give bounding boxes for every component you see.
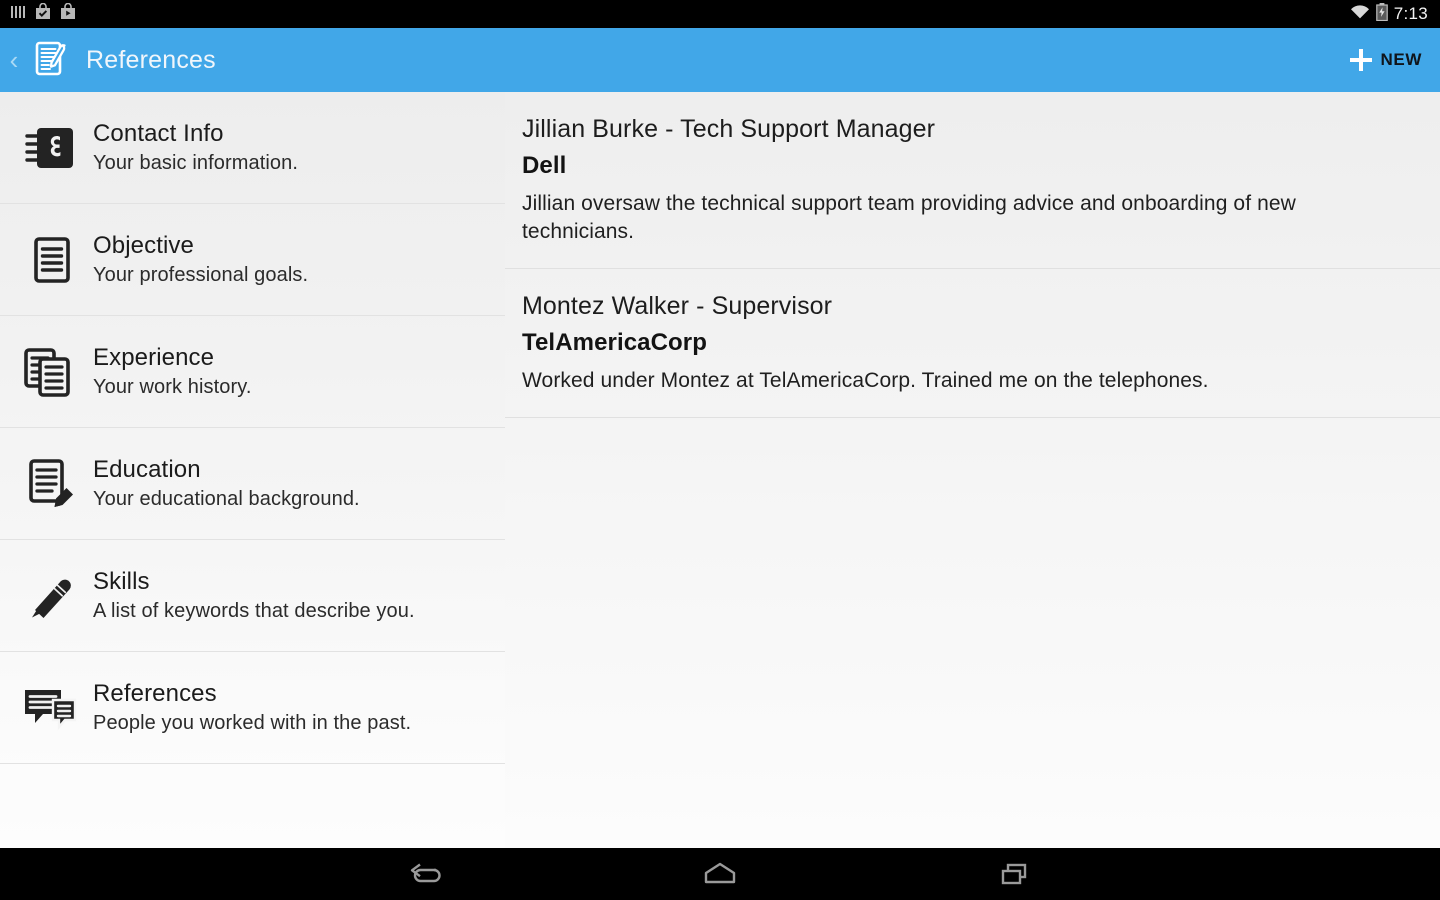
sidebar-item-subtitle: A list of keywords that describe you. — [93, 600, 415, 623]
reference-entry[interactable]: Jillian Burke - Tech Support Manager Del… — [505, 92, 1440, 269]
back-nav-icon[interactable] — [350, 848, 500, 900]
android-status-bar: 7:13 — [0, 0, 1440, 28]
home-nav-icon[interactable] — [645, 848, 795, 900]
sidebar-item-references[interactable]: References People you worked with in the… — [0, 652, 505, 764]
references-list: Jillian Burke - Tech Support Manager Del… — [505, 92, 1440, 848]
battery-charging-icon — [1375, 2, 1388, 26]
back-chevron-icon[interactable]: ‹ — [2, 47, 26, 73]
signal-bars-icon — [10, 4, 26, 25]
status-clock: 7:13 — [1393, 4, 1428, 23]
sidebar-item-education[interactable]: Education Your educational background. — [0, 428, 505, 540]
sidebar-item-contact-info[interactable]: Contact Info Your basic information. — [0, 92, 505, 204]
reference-company: Dell — [522, 152, 567, 180]
page-title: References — [86, 45, 216, 74]
sidebar-item-title: Skills — [93, 567, 150, 595]
sidebar-item-objective[interactable]: Objective Your professional goals. — [0, 204, 505, 316]
sidebar-item-subtitle: People you worked with in the past. — [93, 712, 412, 735]
sidebar-item-title: Objective — [93, 231, 194, 259]
notepad-pen-icon[interactable] — [28, 38, 72, 82]
plus-icon — [1349, 49, 1372, 71]
reference-company: TelAmericaCorp — [522, 329, 708, 357]
sidebar-item-subtitle: Your basic information. — [93, 152, 299, 175]
content-area: Contact Info Your basic information. Obj… — [0, 92, 1440, 848]
section-sidebar: Contact Info Your basic information. Obj… — [0, 92, 505, 848]
sidebar-item-title: Education — [93, 455, 201, 483]
sidebar-item-experience[interactable]: Experience Your work history. — [0, 316, 505, 428]
android-navigation-bar — [0, 848, 1440, 900]
reference-description: Worked under Montez at TelAmericaCorp. T… — [522, 368, 1209, 392]
reference-name: Montez Walker - Supervisor — [522, 291, 833, 320]
sidebar-item-title: Experience — [93, 343, 215, 371]
wifi-icon — [1350, 4, 1370, 25]
recents-nav-icon[interactable] — [940, 848, 1090, 900]
add-new-button[interactable]: NEW — [1349, 49, 1440, 71]
document-pencil-icon — [20, 457, 84, 511]
status-system-icons: 7:13 — [1350, 2, 1440, 26]
speech-bubbles-icon — [20, 682, 84, 734]
pencil-icon — [20, 570, 84, 622]
sidebar-item-subtitle: Your educational background. — [93, 488, 360, 511]
sidebar-item-subtitle: Your work history. — [93, 376, 252, 399]
address-book-icon — [20, 122, 84, 174]
stacked-documents-icon — [20, 346, 84, 398]
sidebar-item-title: Contact Info — [93, 119, 224, 147]
reference-entry[interactable]: Montez Walker - Supervisor TelAmericaCor… — [505, 269, 1440, 418]
status-notification-icons — [0, 2, 76, 25]
reference-name: Jillian Burke - Tech Support Manager — [522, 115, 936, 143]
sidebar-item-subtitle: Your professional goals. — [93, 264, 309, 287]
sidebar-item-skills[interactable]: Skills A list of keywords that describe … — [0, 540, 505, 652]
sidebar-item-title: References — [93, 679, 217, 707]
play-store-icon — [60, 2, 76, 25]
reference-description: Jillian oversaw the technical support te… — [522, 192, 1296, 243]
app-action-bar: ‹ References NEW — [0, 28, 1440, 92]
add-new-label: NEW — [1380, 50, 1422, 69]
document-lines-icon — [20, 234, 84, 286]
play-store-install-icon — [35, 2, 51, 25]
